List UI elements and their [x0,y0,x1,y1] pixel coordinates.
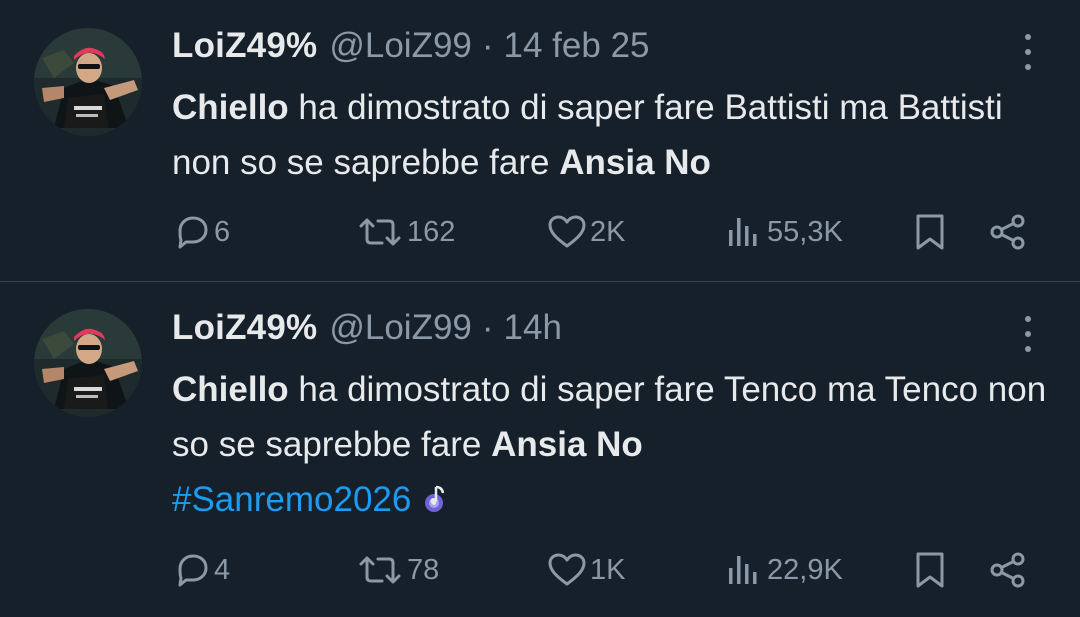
bold-text: Ansia No [491,425,643,464]
views-button[interactable]: 55,3K [725,207,843,257]
views-count: 22,9K [767,553,843,586]
repost-count: 162 [407,215,456,248]
views-button[interactable]: 22,9K [725,545,843,595]
share-button[interactable] [988,207,1028,257]
repost-button[interactable]: 162 [355,207,455,257]
author-handle[interactable]: @LoiZ99 [329,26,472,66]
repost-count: 78 [407,553,440,586]
repost-button[interactable]: 78 [355,545,439,595]
more-vertical-icon[interactable] [1020,34,1036,70]
more-vertical-icon[interactable] [1020,316,1036,352]
author-name[interactable]: LoiZ49% [172,26,317,66]
views-count: 55,3K [767,215,843,248]
share-icon [990,552,1025,588]
avatar[interactable] [34,309,142,417]
reply-icon [178,216,208,249]
author-name[interactable]: LoiZ49% [172,308,317,348]
like-heart-icon [548,553,586,586]
bookmark-button[interactable] [912,545,948,595]
tweet-header: LoiZ49% @LoiZ99 · 14 feb 25 [172,26,650,66]
bookmark-icon [916,552,944,588]
separator: · [481,308,494,347]
like-button[interactable]: 1K [546,545,625,595]
like-button[interactable]: 2K [546,207,625,257]
hashtag-link[interactable]: #Sanremo2026 [172,480,411,519]
tweet-1[interactable]: LoiZ49% @LoiZ99 · 14 feb 25 Chiello ha d… [0,0,1080,281]
tweet-header: LoiZ49% @LoiZ99 · 14h [172,308,562,348]
repost-icon [359,556,401,584]
bold-text: Ansia No [559,143,711,182]
avatar[interactable] [34,28,142,136]
timestamp[interactable]: 14h [504,308,562,348]
tweet-text: Chiello ha dimostrato di saper fare Batt… [172,80,1052,190]
like-count: 1K [590,553,626,586]
timestamp[interactable]: 14 feb 25 [504,26,650,66]
reply-count: 6 [214,215,231,248]
bold-text: Chiello [172,370,289,409]
bold-text: Chiello [172,88,289,127]
views-chart-icon [729,556,757,584]
reply-icon [178,554,208,587]
bookmark-button[interactable] [912,207,948,257]
music-note-emoji [425,485,445,512]
reply-button[interactable]: 4 [172,545,230,595]
like-heart-icon [548,215,586,248]
share-icon [990,214,1025,250]
action-bar: 4 78 1K 22,9K [0,545,1080,595]
views-chart-icon [729,218,757,246]
like-count: 2K [590,215,626,248]
tweet-text: Chiello ha dimostrato di saper fare Tenc… [172,362,1052,527]
reply-button[interactable]: 6 [172,207,230,257]
reply-count: 4 [214,553,231,586]
action-bar: 6 162 2K 55,3K [0,207,1080,257]
author-handle[interactable]: @LoiZ99 [329,308,472,348]
separator: · [481,26,494,65]
share-button[interactable] [988,545,1028,595]
tweet-2[interactable]: LoiZ49% @LoiZ99 · 14h Chiello ha dimostr… [0,282,1080,617]
repost-icon [359,218,401,246]
bookmark-icon [916,214,944,250]
